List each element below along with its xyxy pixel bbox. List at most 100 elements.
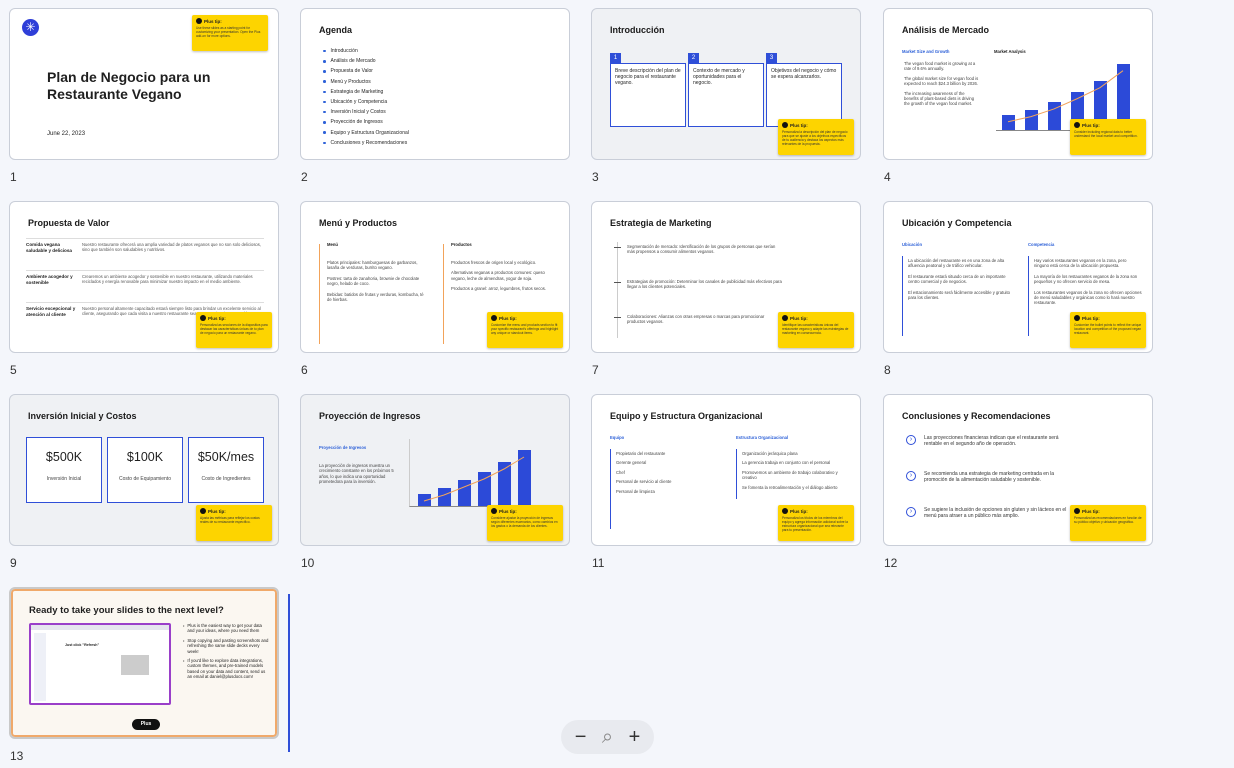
- agenda-item: Inversión Inicial y Costos: [323, 107, 409, 117]
- slide-thumb-4[interactable]: Análisis de Mercado Market Size and Grow…: [883, 8, 1153, 184]
- slide-4[interactable]: Análisis de Mercado Market Size and Grow…: [883, 8, 1153, 160]
- slide-thumb-1[interactable]: ✳ Plan de Negocio para un Restaurante Ve…: [9, 8, 279, 184]
- promo-bullet: • If you'd like to explore data integrati…: [183, 658, 269, 680]
- slide-7[interactable]: Estrategia de Marketing Segmentación de …: [591, 201, 861, 353]
- plus-icon: [782, 508, 788, 514]
- team-list: Propietario del restaurante Gerente gener…: [616, 451, 726, 498]
- agenda-item: Menú y Productos: [323, 77, 409, 87]
- metric-label: Costo de Ingredientes: [201, 476, 251, 482]
- slide-13[interactable]: Ready to take your slides to the next le…: [9, 587, 279, 739]
- slide-number: 9: [10, 556, 17, 570]
- trend-polyline: [423, 456, 525, 502]
- slide-thumb-13[interactable]: Ready to take your slides to the next le…: [9, 587, 279, 763]
- slide-thumb-3[interactable]: Introducción 1 Breve descripción del plan…: [591, 8, 861, 184]
- column-heading: Menú: [327, 242, 338, 247]
- promo-bullet: • Stop copying and pasting screenshots an…: [183, 638, 269, 654]
- slide-11[interactable]: Equipo y Estructura Organizacional Equip…: [591, 394, 861, 546]
- step-number: 3: [766, 53, 777, 63]
- slide-1[interactable]: ✳ Plan de Negocio para un Restaurante Ve…: [9, 8, 279, 160]
- slide-10[interactable]: Proyección de Ingresos Proyección de Ing…: [300, 394, 570, 546]
- conclusion-item: › Se recomienda una estrategia de marketi…: [906, 471, 1076, 507]
- agenda-item: Análisis de Mercado: [323, 56, 409, 66]
- products-list: Productos frescos de origen local y ecol…: [451, 260, 551, 297]
- bullet-dot: •: [183, 623, 185, 628]
- list-item: Alternativas veganas a productos comunes…: [451, 270, 545, 281]
- divider: [443, 244, 444, 344]
- timeline-dot: [614, 282, 621, 283]
- slide-title: Ubicación y Competencia: [902, 218, 1012, 228]
- timeline-item: Segmentación de mercado: Identificación …: [614, 244, 782, 279]
- plus-tip: Plus tip: Personaliza la descripción del…: [778, 119, 854, 155]
- divider: [610, 449, 611, 529]
- plus-icon: [200, 508, 206, 514]
- metric-value: $100K: [126, 450, 164, 464]
- intro-card: Contexto de mercado y oportunidades para…: [688, 63, 764, 127]
- bullet-dot: [323, 70, 326, 73]
- intro-card: Objetivos del negocio y cómo se espera a…: [766, 63, 842, 127]
- row-key: Comida vegana saludable y deliciosa: [26, 242, 72, 253]
- agenda-item-label: Propuesta de Valor: [330, 68, 373, 75]
- chevron-right-icon: ›: [906, 471, 916, 481]
- value-row: Ambiente acogedor y sostenible Crearemos …: [26, 270, 264, 302]
- slide-title: Conclusiones y Recomendaciones: [902, 411, 1051, 421]
- slide-title: Agenda: [319, 25, 353, 35]
- plus-tip: Plus tip: Considere ajustar la proyecció…: [487, 505, 563, 541]
- list-item: Bebidas: batidos de frutas y verduras, k…: [327, 291, 424, 303]
- plus-tip: Plus tip: Customize the menu and product…: [487, 312, 563, 348]
- slide-thumb-2[interactable]: Agenda Introducción Análisis de Mercado Pr…: [300, 8, 570, 184]
- slide-number: 8: [884, 363, 891, 377]
- slide-9[interactable]: Inversión Inicial y Costos $500K Inversió…: [9, 394, 279, 546]
- slide-thumb-12[interactable]: Conclusiones y Recomendaciones › Las proy…: [883, 394, 1153, 570]
- divider: [1028, 256, 1029, 336]
- menu-list: Platos principales: hamburguesas de garb…: [327, 260, 427, 307]
- slide-thumb-6[interactable]: Menú y Productos Menú Productos Platos p…: [300, 201, 570, 377]
- marketing-timeline: Segmentación de mercado: Identificación …: [614, 244, 782, 349]
- slide-title: Proyección de Ingresos: [319, 411, 421, 421]
- chevron-right-icon: ›: [906, 435, 916, 445]
- row-key: Ambiente acogedor y sostenible: [26, 274, 73, 285]
- slide-thumb-10[interactable]: Proyección de Ingresos Proyección de Ing…: [300, 394, 570, 570]
- slide-1-title: Plan de Negocio para un Restaurante Vega…: [47, 69, 211, 102]
- timeline-text: Estrategias de promoción: Determinar los…: [627, 279, 782, 290]
- slide-8[interactable]: Ubicación y Competencia Ubicación Compet…: [883, 201, 1153, 353]
- timeline-text: Segmentación de mercado: Identificación …: [627, 244, 776, 255]
- structure-list: Organización jerárquica plana La gerencia…: [742, 451, 850, 494]
- step-number: 1: [610, 53, 621, 63]
- promo-bullet-text: If you'd like to explore data integratio…: [187, 658, 266, 680]
- slide-6[interactable]: Menú y Productos Menú Productos Platos p…: [300, 201, 570, 353]
- column-heading: Estructura Organizacional: [736, 435, 789, 440]
- promo-bullets: • Plus is the easiest way to get your dat…: [183, 623, 269, 684]
- slide-number: 11: [592, 556, 605, 570]
- list-item: Gerente general: [616, 460, 647, 466]
- location-list: La ubicación del restaurante es en una z…: [908, 258, 1016, 305]
- agenda-item: Introducción: [323, 46, 409, 56]
- revenue-bar-chart: [409, 439, 539, 507]
- slide-thumb-5[interactable]: Propuesta de Valor Comida vegana saludab…: [9, 201, 279, 377]
- slide-number: 3: [592, 170, 599, 184]
- value-row: Comida vegana saludable y deliciosa Nuest…: [26, 238, 264, 270]
- slide-thumb-7[interactable]: Estrategia de Marketing Segmentación de …: [591, 201, 861, 377]
- divider: [319, 244, 320, 344]
- slide-2[interactable]: Agenda Introducción Análisis de Mercado Pr…: [300, 8, 570, 160]
- slide-5[interactable]: Propuesta de Valor Comida vegana saludab…: [9, 201, 279, 353]
- slide-12[interactable]: Conclusiones y Recomendaciones › Las proy…: [883, 394, 1153, 546]
- agenda-item-label: Ubicación y Competencia: [330, 99, 388, 106]
- zoom-in-button[interactable]: +: [629, 727, 641, 747]
- slide-thumb-9[interactable]: Inversión Inicial y Costos $500K Inversió…: [9, 394, 279, 570]
- list-item: Personal de limpieza: [616, 488, 655, 494]
- plus-tip: Plus tip: Personaliza las recomendacione…: [1070, 505, 1146, 541]
- slide-3[interactable]: Introducción 1 Breve descripción del plan…: [591, 8, 861, 160]
- list-item: Promovemos un ambiente de trabajo colabo…: [742, 469, 838, 481]
- column-heading: Competencia: [1028, 242, 1055, 247]
- plus-badge[interactable]: Plus: [132, 719, 160, 730]
- promo-bullet: • Plus is the easiest way to get your dat…: [183, 623, 269, 634]
- slide-number: 12: [884, 556, 898, 570]
- zoom-out-button[interactable]: −: [575, 727, 587, 747]
- bullet-list: The vegan food market is growing at a ra…: [904, 61, 979, 111]
- slide-thumb-11[interactable]: Equipo y Estructura Organizacional Equip…: [591, 394, 861, 570]
- insertion-caret: [288, 594, 290, 752]
- promo-bullet-text: Stop copying and pasting screenshots and…: [187, 637, 269, 654]
- slide-thumb-8[interactable]: Ubicación y Competencia Ubicación Compet…: [883, 201, 1153, 377]
- list-item: Hay varios restaurantes veganos en la zo…: [1034, 258, 1127, 269]
- list-item: Chef: [616, 469, 625, 475]
